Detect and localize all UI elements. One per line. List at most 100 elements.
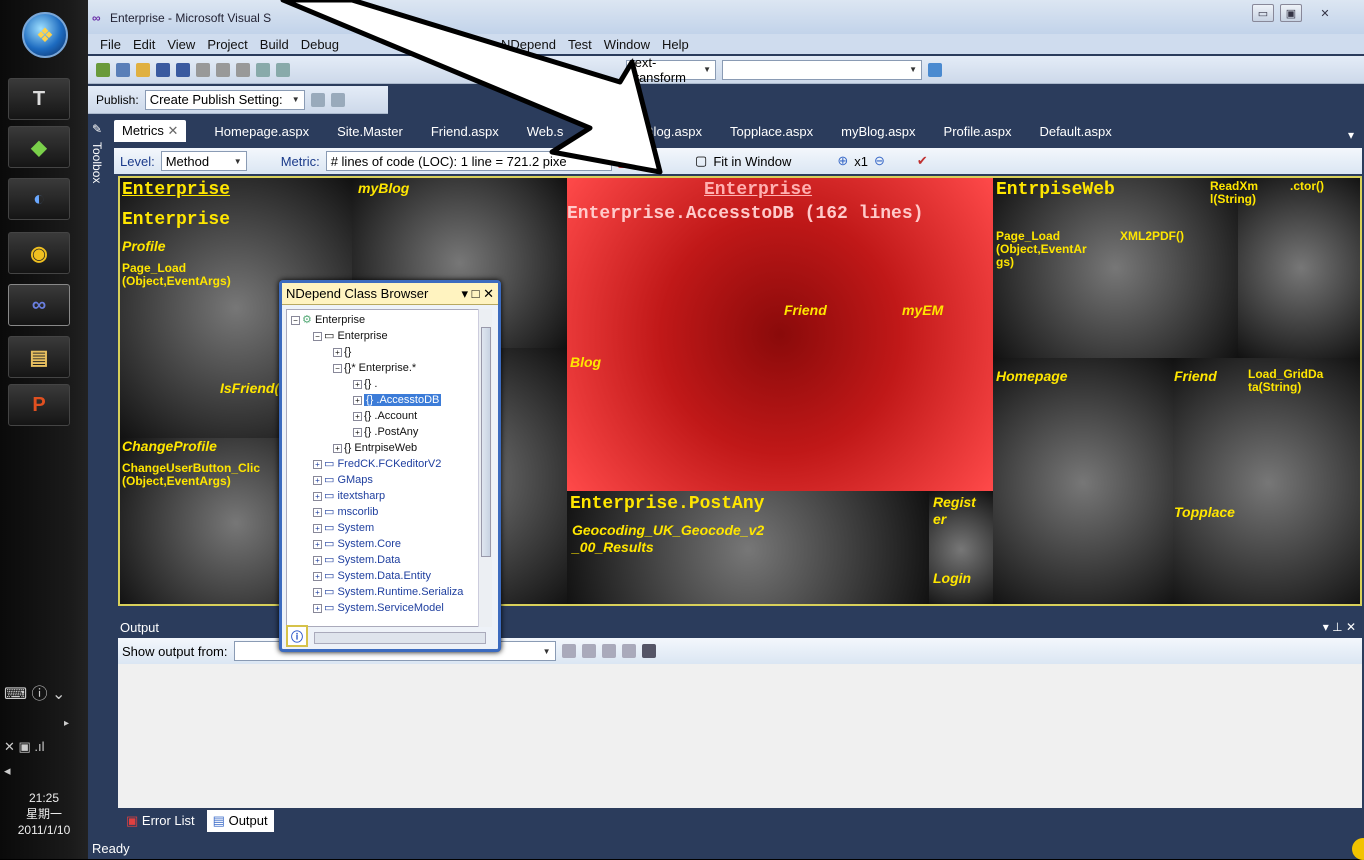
new-project-icon[interactable] [96,62,110,77]
tab-homepage[interactable]: Homepage.aspx [214,121,309,142]
menu-debug[interactable]: Debug [295,37,345,52]
fit-window-icon[interactable]: ▢ [695,153,707,169]
tab-myblog[interactable]: myBlog.aspx [841,121,915,142]
tree-node[interactable]: +{} [333,344,351,360]
publish-settings-combo[interactable]: Create Publish Setting: ▼ [144,89,305,110]
tree-node-selected[interactable]: +{} .AccesstoDB [353,392,442,408]
tab-friend[interactable]: Friend.aspx [431,121,499,142]
treemap-cell-friend[interactable] [1173,358,1360,604]
copy-icon[interactable] [216,62,230,77]
publish-icon[interactable] [310,92,325,107]
export-icon[interactable]: ✔ [917,153,928,169]
menu-view[interactable]: View [161,37,201,52]
menu-file[interactable]: File [94,37,127,52]
panel-controls-icon[interactable]: ▾ □ ✕ [462,286,495,302]
toolbar-extra-icon[interactable] [928,62,942,77]
explorer-icon[interactable]: ▤ [8,336,70,378]
close-button[interactable]: ✕ [1314,4,1336,22]
save-all-icon[interactable] [176,62,190,77]
open-icon[interactable] [136,62,150,77]
tree-node[interactable]: + ▭ System.Data [313,552,400,568]
tree-node[interactable]: + ▭ itextsharp [313,488,385,504]
treemap-cell-accesstodb[interactable] [567,178,993,491]
tab-output[interactable]: ▤ Output [206,810,274,832]
tab-error-list[interactable]: ▣ Error List [120,810,201,832]
help-icon[interactable]: ◉ [638,153,649,169]
tree-node[interactable]: +{} . [353,376,377,392]
tab-default[interactable]: Default.aspx [1039,121,1111,142]
tab-overflow-icon[interactable]: ▾ [1348,128,1354,142]
powerpoint-icon[interactable]: P [8,384,70,426]
tree-node[interactable]: + ▭ mscorlib [313,504,378,520]
menu-build[interactable]: Build [254,37,295,52]
metric-combo[interactable]: # lines of code (LOC): 1 line = 721.2 pi… [325,151,612,171]
visual-studio-icon[interactable]: ∞ [8,284,70,326]
tray-icons-row1[interactable]: ⌨ ⓘ ⌄ [4,680,69,704]
tree-node[interactable]: + ▭ System.Core [313,536,401,552]
tab-metrics[interactable]: Metrics ✕ [114,120,187,142]
next-message-icon[interactable] [601,644,616,658]
panel-controls-icon[interactable]: ▾ ⊥ ✕ [1323,620,1356,634]
find-message-icon[interactable] [561,644,576,658]
menu-test[interactable]: Test [562,37,598,52]
close-icon[interactable]: ✕ [168,123,179,138]
tree-node[interactable]: + ▭ System.ServiceModel [313,600,444,616]
cut-icon[interactable] [196,62,210,77]
pinned-app-2-icon[interactable]: ◆ [8,126,70,168]
tree-node[interactable]: − ⚙ Enterprise [291,312,365,328]
tree-node[interactable]: + ▭ GMaps [313,472,373,488]
publish-settings-icon[interactable] [330,92,345,107]
output-text-area[interactable] [118,664,1362,808]
info-icon[interactable]: ⓘ [286,625,308,647]
tree-node[interactable]: + ▭ System [313,520,374,536]
menu-ndepend[interactable]: NDepend [495,37,562,52]
zoom-in-icon[interactable]: ⊕ [837,153,848,169]
tree-node[interactable]: +{} .Account [353,408,417,424]
chrome-icon[interactable]: ◉ [8,232,70,274]
fit-window-button[interactable]: Fit in Window [713,154,791,169]
clear-all-icon[interactable] [621,644,636,658]
start-orb-icon[interactable]: ❖ [22,12,68,58]
color-scale-icon[interactable] [617,154,632,168]
minimize-button[interactable]: ▭ [1252,4,1274,22]
tab-site-master[interactable]: Site.Master [337,121,403,142]
word-wrap-icon[interactable] [641,644,656,658]
tab-viewblog[interactable]: iewBlog.aspx [625,121,702,142]
tree-node[interactable]: +{} EntrpiseWeb [333,440,417,456]
tree-node[interactable]: − {}* Enterprise.* [333,360,416,376]
zoom-out-icon[interactable]: ⊖ [874,153,885,169]
menu-edit[interactable]: Edit [127,37,161,52]
volume-icon[interactable]: ◂ [4,763,69,779]
text-transform-combo-2[interactable]: ▼ [722,59,922,80]
maximize-button[interactable]: ▣ [1280,4,1302,22]
save-icon[interactable] [156,62,170,77]
treemap-cell-homepage[interactable] [993,358,1173,604]
tree-node[interactable]: + ▭ FredCK.FCKeditorV2 [313,456,441,472]
tab-web[interactable]: Web.s [527,121,564,142]
class-tree[interactable]: − ⚙ Enterprise − ▭ Enterprise +{} − {}* Ent… [286,309,482,627]
text-transform-combo[interactable]: text-transform ▼ [626,55,716,85]
tree-node[interactable]: + ▭ System.Data.Entity [313,568,431,584]
vertical-scrollbar[interactable] [478,309,492,627]
pinned-app-1-icon[interactable]: T [8,78,70,120]
menu-help[interactable]: Help [656,37,695,52]
menu-window[interactable]: Window [598,37,656,52]
clock[interactable]: 21:25 星期一 2011/1/10 [0,790,88,838]
tab-profile[interactable]: Profile.aspx [944,121,1012,142]
tree-node[interactable]: − ▭ Enterprise [313,328,388,344]
scrollbar-thumb[interactable] [481,327,491,557]
add-item-icon[interactable] [116,62,130,77]
tray-expand-icon[interactable]: ▸ [64,718,69,729]
redo-icon[interactable] [276,62,290,77]
prev-message-icon[interactable] [581,644,596,658]
tree-node[interactable]: +{} .PostAny [353,424,418,440]
undo-icon[interactable] [256,62,270,77]
toolbox-strip[interactable]: ✎ Toolbox [88,118,108,278]
pinned-app-3-icon[interactable]: ◐ [8,178,70,220]
tab-topplace[interactable]: Topplace.aspx [730,121,813,142]
tree-node[interactable]: + ▭ System.Runtime.Serializa [313,584,463,600]
level-combo[interactable]: Method ▼ [160,151,247,171]
network-icon[interactable]: ✕ ▣ .ıl [4,739,69,755]
menu-project[interactable]: Project [201,37,253,52]
horizontal-scrollbar[interactable] [314,632,486,644]
